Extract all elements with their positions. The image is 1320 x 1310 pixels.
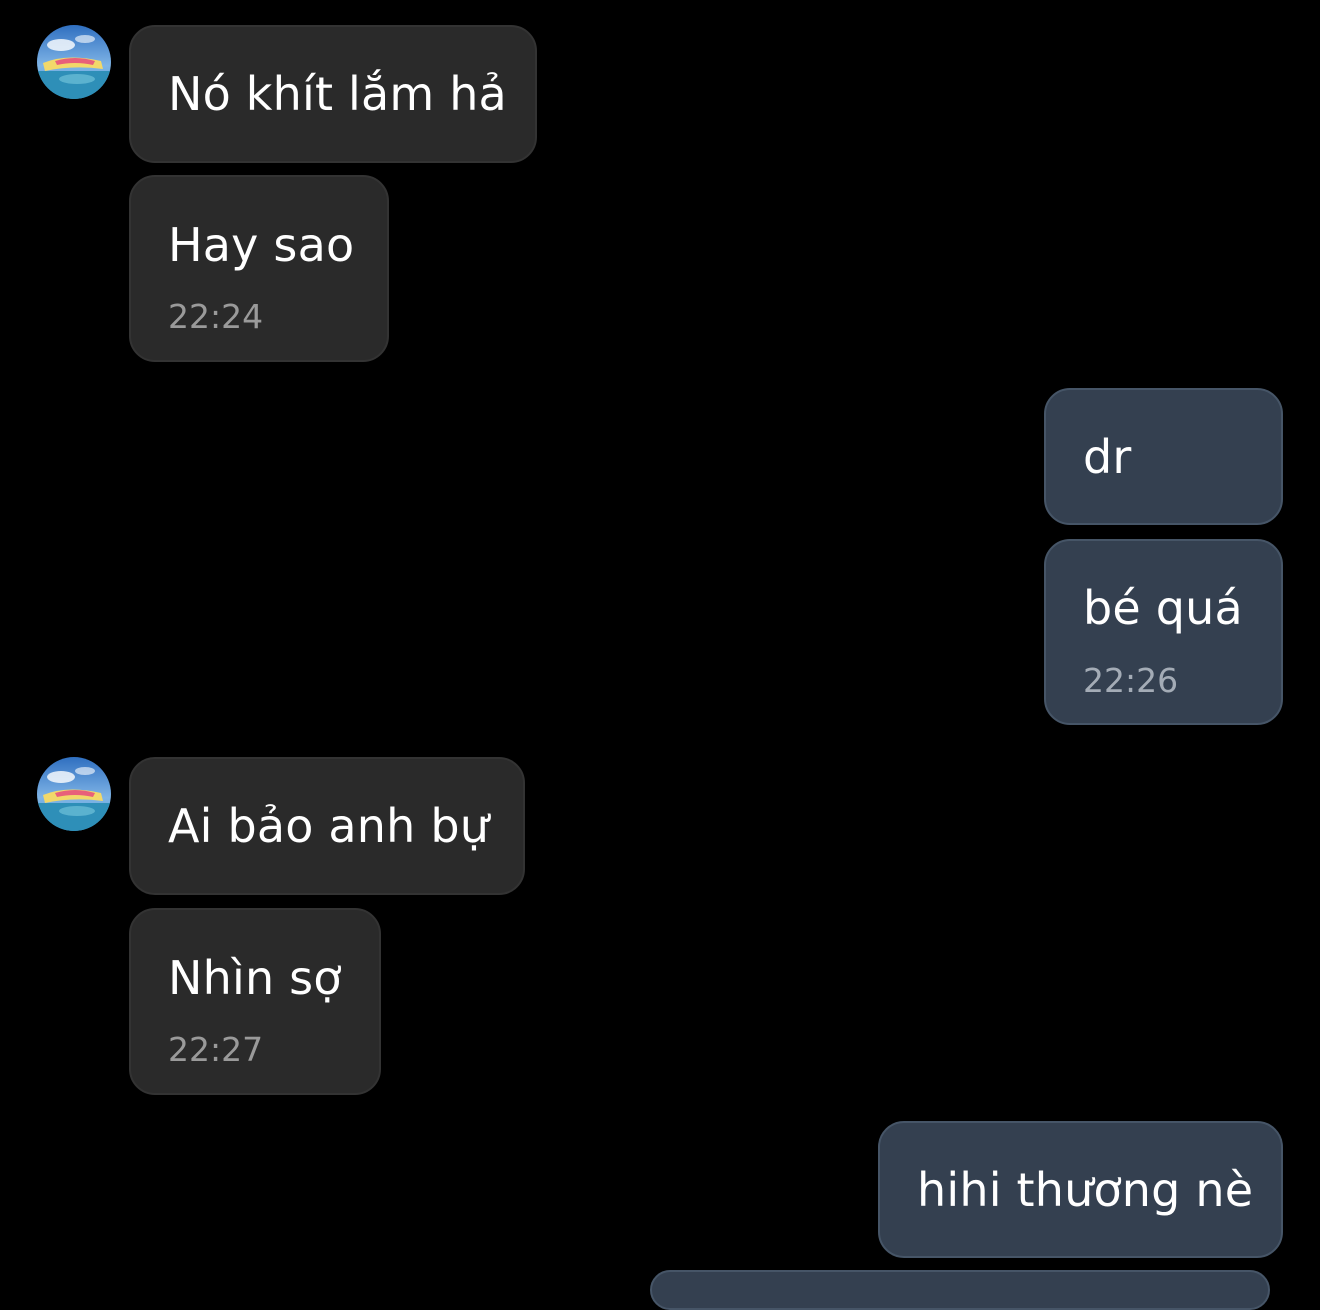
message-bubble-incoming[interactable]: Nó khít lắm hả xyxy=(129,25,537,163)
message-text: Nó khít lắm hả xyxy=(168,67,507,121)
message-text: dr xyxy=(1083,430,1132,484)
avatar-photo-icon xyxy=(37,757,111,831)
message-text: Ai bảo anh bự xyxy=(168,799,490,853)
message-timestamp: 22:24 xyxy=(168,297,264,336)
message-bubble-outgoing[interactable]: dr xyxy=(1044,388,1283,525)
message-text: hihi thương nè xyxy=(917,1163,1254,1217)
message-bubble-incoming[interactable]: Hay sao 22:24 xyxy=(129,175,389,362)
message-bubble-outgoing[interactable]: hihi thương nè xyxy=(878,1121,1283,1258)
message-bubble-incoming[interactable]: Ai bảo anh bự xyxy=(129,757,525,895)
contact-avatar[interactable] xyxy=(37,757,111,831)
message-bubble-outgoing-partial[interactable] xyxy=(650,1270,1270,1310)
avatar-photo-icon xyxy=(37,25,111,99)
message-text: bé quá xyxy=(1083,581,1243,635)
message-timestamp: 22:27 xyxy=(168,1030,264,1069)
message-bubble-incoming[interactable]: Nhìn sợ 22:27 xyxy=(129,908,381,1095)
message-text: Nhìn sợ xyxy=(168,951,342,1005)
message-text: Hay sao xyxy=(168,218,355,272)
message-timestamp: 22:26 xyxy=(1083,661,1179,700)
contact-avatar[interactable] xyxy=(37,25,111,99)
message-bubble-outgoing[interactable]: bé quá 22:26 xyxy=(1044,539,1283,725)
